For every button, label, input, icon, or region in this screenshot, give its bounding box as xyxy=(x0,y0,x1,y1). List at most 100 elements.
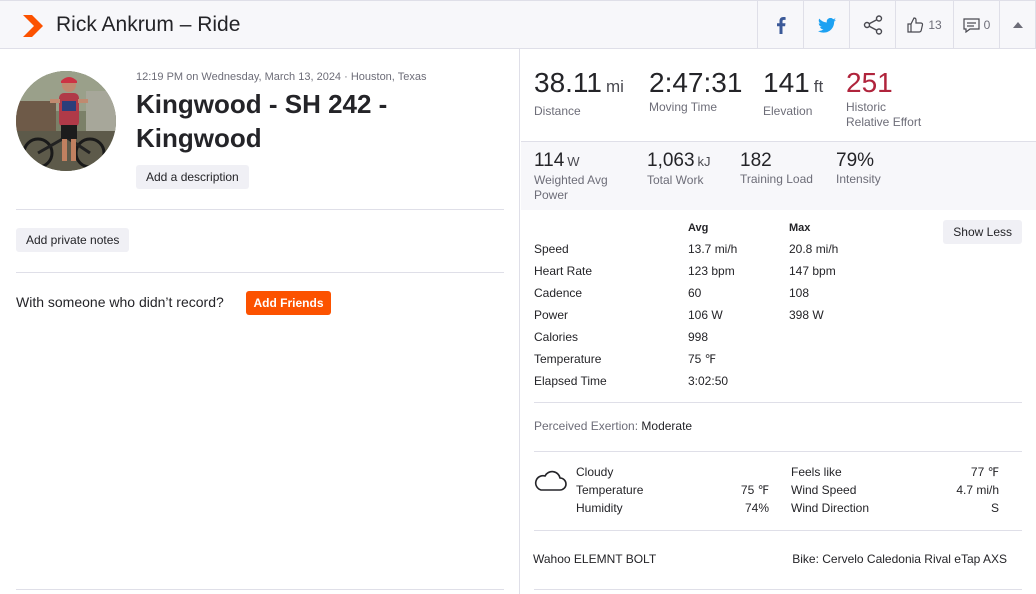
with-someone-prompt: With someone who didn’t record? xyxy=(16,294,224,310)
row-avg: 106 W xyxy=(688,308,723,322)
page-title: Rick Ankrum – Ride xyxy=(56,13,241,36)
device-name: Wahoo ELEMNT BOLT xyxy=(533,552,657,566)
comments-button[interactable]: 0 xyxy=(953,1,999,49)
stat-weighted-avg-power: 114 W Weighted Avg Power xyxy=(534,150,608,203)
add-friends-button[interactable]: Add Friends xyxy=(246,291,331,315)
thumbs-up-icon xyxy=(907,17,924,33)
twitter-share-button[interactable] xyxy=(803,1,849,49)
row-max: 147 bpm xyxy=(789,264,836,278)
table-row: Cadence 60 108 xyxy=(534,286,934,302)
stat-value: 79% xyxy=(836,150,875,171)
stat-label: Weighted Avg xyxy=(534,173,608,187)
cloud-icon xyxy=(534,470,567,491)
divider xyxy=(534,530,1022,531)
stat-distance: 38.11 mi Distance xyxy=(534,67,624,118)
strava-chevron-icon xyxy=(23,15,43,37)
athlete-photo xyxy=(16,71,116,171)
perceived-exertion: Perceived Exertion: Moderate xyxy=(534,419,692,433)
facebook-icon xyxy=(776,16,786,34)
row-max: 20.8 mi/h xyxy=(789,242,839,256)
stat-value: 1,063 xyxy=(647,150,695,171)
primary-stats: 38.11 mi Distance 2:47:31 Moving Time 141… xyxy=(521,49,1036,142)
row-avg: 60 xyxy=(688,286,702,300)
table-row: Speed 13.7 mi/h 20.8 mi/h xyxy=(534,242,934,258)
table-row: Calories 998 xyxy=(534,330,934,346)
stat-value: 38.11 xyxy=(534,67,602,98)
row-label: Cadence xyxy=(534,286,583,300)
weather-temperature-value: 75 ℉ xyxy=(740,483,769,497)
activity-stats-panel: 38.11 mi Distance 2:47:31 Moving Time 141… xyxy=(521,49,1036,594)
stat-training-load: 182 Training Load xyxy=(740,150,813,187)
stat-label: Total Work xyxy=(647,173,704,187)
stat-label: Moving Time xyxy=(649,100,718,114)
share-button[interactable] xyxy=(849,1,895,49)
row-label: Power xyxy=(534,308,569,322)
max-column-header: Max xyxy=(789,222,811,234)
weather-humidity-value: 74% xyxy=(744,501,769,515)
stat-value: 251 xyxy=(846,67,893,98)
row-max: 398 W xyxy=(789,308,824,322)
row-label: Speed xyxy=(534,242,569,256)
stat-label: Intensity xyxy=(836,172,881,186)
stat-relative-effort[interactable]: 251 Historic Relative Effort xyxy=(846,67,921,129)
stat-label: Training Load xyxy=(740,172,813,186)
divider xyxy=(534,402,1022,403)
activity-date-location: 12:19 PM on Wednesday, March 13, 2024 · … xyxy=(136,71,427,83)
weather-condition: Cloudy xyxy=(576,465,614,479)
stat-value: 114 xyxy=(534,150,565,171)
stat-label: Historic xyxy=(846,100,887,114)
activity-name: Kingwood - SH 242 - Kingwood xyxy=(136,89,388,153)
row-label: Heart Rate xyxy=(534,264,593,278)
collapse-button[interactable] xyxy=(999,1,1035,49)
perceived-exertion-label: Perceived Exertion: xyxy=(534,419,639,433)
stat-label-line2: Power xyxy=(534,188,569,202)
row-avg: 998 xyxy=(688,330,709,344)
show-less-button[interactable]: Show Less xyxy=(943,220,1022,244)
divider xyxy=(534,589,1022,590)
row-max: 108 xyxy=(789,286,810,300)
divider xyxy=(534,451,1022,452)
divider xyxy=(16,209,504,210)
avg-column-header: Avg xyxy=(688,222,709,234)
row-avg: 123 bpm xyxy=(688,264,735,278)
row-label: Temperature xyxy=(534,352,602,366)
stat-unit: mi xyxy=(606,77,624,96)
divider xyxy=(16,272,504,273)
weather-temperature-label: Temperature xyxy=(576,483,644,497)
stat-total-work: 1,063 kJ Total Work xyxy=(647,150,711,188)
stat-moving-time: 2:47:31 Moving Time xyxy=(649,67,742,114)
divider xyxy=(16,589,504,590)
stat-unit: kJ xyxy=(697,154,711,169)
wind-speed-label: Wind Speed xyxy=(791,483,857,497)
kudos-count: 13 xyxy=(928,18,942,32)
kudos-button[interactable]: 13 xyxy=(895,1,953,49)
stat-value: 182 xyxy=(740,150,772,171)
weather-humidity-label: Humidity xyxy=(576,501,623,515)
wind-speed-value: 4.7 mi/h xyxy=(956,483,999,497)
stat-unit: ft xyxy=(813,77,824,96)
row-label: Calories xyxy=(534,330,579,344)
add-description-button[interactable]: Add a description xyxy=(136,165,249,189)
feels-like-label: Feels like xyxy=(791,465,842,479)
row-avg: 13.7 mi/h xyxy=(688,242,738,256)
row-label: Elapsed Time xyxy=(534,374,607,388)
comment-count: 0 xyxy=(983,18,991,32)
stat-elevation: 141 ft Elevation xyxy=(763,67,823,118)
perceived-exertion-value: Moderate xyxy=(641,419,693,433)
row-avg: 3:02:50 xyxy=(688,374,729,388)
wind-direction-label: Wind Direction xyxy=(791,501,870,515)
athlete-avatar[interactable] xyxy=(16,71,116,171)
row-avg: 75 ℉ xyxy=(688,352,717,366)
stat-value: 2:47:31 xyxy=(649,67,743,98)
twitter-icon xyxy=(817,17,836,33)
bike-name[interactable]: Bike: Cervelo Caledonia Rival eTap AXS xyxy=(792,552,1007,566)
table-row: Power 106 W 398 W xyxy=(534,308,934,324)
table-row: Heart Rate 123 bpm 147 bpm xyxy=(534,264,934,280)
activity-header: Rick Ankrum – Ride 13 0 xyxy=(0,0,1036,49)
facebook-share-button[interactable] xyxy=(757,1,803,49)
caret-up-icon xyxy=(1012,22,1023,28)
add-private-notes-button[interactable]: Add private notes xyxy=(16,228,130,252)
stat-label: Distance xyxy=(534,104,581,118)
feels-like-value: 77 ℉ xyxy=(970,465,999,479)
comment-icon xyxy=(963,17,980,33)
